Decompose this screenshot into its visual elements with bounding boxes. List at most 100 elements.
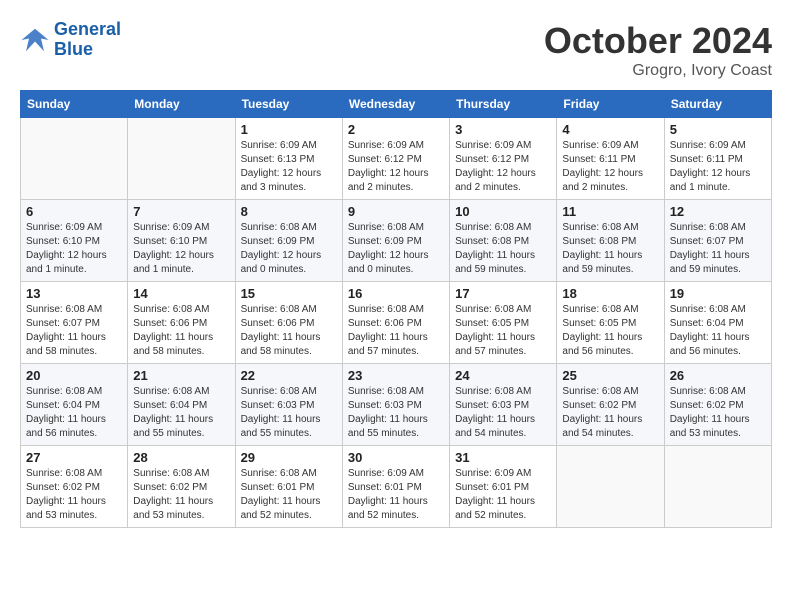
calendar-cell: 1 Sunrise: 6:09 AM Sunset: 6:13 PM Daylig…: [235, 118, 342, 200]
calendar-week-row: 1 Sunrise: 6:09 AM Sunset: 6:13 PM Daylig…: [21, 118, 772, 200]
calendar-cell: [664, 446, 771, 528]
calendar-cell: 7 Sunrise: 6:09 AM Sunset: 6:10 PM Daylig…: [128, 200, 235, 282]
day-info: Sunrise: 6:08 AM Sunset: 6:04 PM Dayligh…: [26, 385, 122, 441]
day-number: 22: [241, 368, 337, 383]
calendar-cell: 24Sunrise: 6:08 AM Sunset: 6:03 PM Dayli…: [450, 364, 557, 446]
page-header: General Blue October 2024 Grogro, Ivory …: [20, 20, 772, 80]
calendar-header: SundayMondayTuesdayWednesdayThursdayFrid…: [21, 91, 772, 118]
calendar-cell: 26 Sunrise: 6:08 AM Sunset: 6:02 PM Dayli…: [664, 364, 771, 446]
calendar-cell: 30Sunrise: 6:09 AM Sunset: 6:01 PM Dayli…: [342, 446, 449, 528]
calendar-cell: 15 Sunrise: 6:08 AM Sunset: 6:06 PM Dayli…: [235, 282, 342, 364]
calendar-cell: 25 Sunrise: 6:08 AM Sunset: 6:02 PM Dayli…: [557, 364, 664, 446]
calendar-cell: 20 Sunrise: 6:08 AM Sunset: 6:04 PM Dayli…: [21, 364, 128, 446]
day-number: 14: [133, 286, 229, 301]
day-info: Sunrise: 6:08 AM Sunset: 6:03 PM Dayligh…: [348, 385, 444, 441]
calendar-cell: [128, 118, 235, 200]
calendar-table: SundayMondayTuesdayWednesdayThursdayFrid…: [20, 90, 772, 528]
title-block: October 2024 Grogro, Ivory Coast: [544, 20, 772, 80]
day-info: Sunrise: 6:08 AM Sunset: 6:03 PM Dayligh…: [241, 385, 337, 441]
calendar-cell: 31Sunrise: 6:09 AM Sunset: 6:01 PM Dayli…: [450, 446, 557, 528]
day-info: Sunrise: 6:08 AM Sunset: 6:08 PM Dayligh…: [455, 221, 551, 277]
day-info: Sunrise: 6:08 AM Sunset: 6:07 PM Dayligh…: [670, 221, 766, 277]
day-info: Sunrise: 6:08 AM Sunset: 6:02 PM Dayligh…: [562, 385, 658, 441]
calendar-cell: 9 Sunrise: 6:08 AM Sunset: 6:09 PM Daylig…: [342, 200, 449, 282]
calendar-cell: 8 Sunrise: 6:08 AM Sunset: 6:09 PM Daylig…: [235, 200, 342, 282]
calendar-cell: 6 Sunrise: 6:09 AM Sunset: 6:10 PM Daylig…: [21, 200, 128, 282]
day-info: Sunrise: 6:08 AM Sunset: 6:06 PM Dayligh…: [241, 303, 337, 359]
calendar-cell: 13 Sunrise: 6:08 AM Sunset: 6:07 PM Dayli…: [21, 282, 128, 364]
weekday-header: Friday: [557, 91, 664, 118]
calendar-cell: [21, 118, 128, 200]
logo: General Blue: [20, 20, 121, 60]
day-number: 23: [348, 368, 444, 383]
day-number: 9: [348, 204, 444, 219]
calendar-cell: 27Sunrise: 6:08 AM Sunset: 6:02 PM Dayli…: [21, 446, 128, 528]
calendar-cell: 10Sunrise: 6:08 AM Sunset: 6:08 PM Dayli…: [450, 200, 557, 282]
calendar-cell: 21 Sunrise: 6:08 AM Sunset: 6:04 PM Dayli…: [128, 364, 235, 446]
day-number: 8: [241, 204, 337, 219]
day-info: Sunrise: 6:08 AM Sunset: 6:04 PM Dayligh…: [133, 385, 229, 441]
day-info: Sunrise: 6:08 AM Sunset: 6:02 PM Dayligh…: [670, 385, 766, 441]
calendar-cell: 11Sunrise: 6:08 AM Sunset: 6:08 PM Dayli…: [557, 200, 664, 282]
day-number: 6: [26, 204, 122, 219]
calendar-cell: 28 Sunrise: 6:08 AM Sunset: 6:02 PM Dayli…: [128, 446, 235, 528]
day-number: 20: [26, 368, 122, 383]
day-info: Sunrise: 6:09 AM Sunset: 6:11 PM Dayligh…: [670, 139, 766, 195]
calendar-cell: 16 Sunrise: 6:08 AM Sunset: 6:06 PM Dayli…: [342, 282, 449, 364]
day-number: 12: [670, 204, 766, 219]
calendar-cell: 22 Sunrise: 6:08 AM Sunset: 6:03 PM Dayli…: [235, 364, 342, 446]
day-number: 7: [133, 204, 229, 219]
day-number: 24: [455, 368, 551, 383]
day-number: 21: [133, 368, 229, 383]
day-info: Sunrise: 6:09 AM Sunset: 6:10 PM Dayligh…: [26, 221, 122, 277]
calendar-cell: 2Sunrise: 6:09 AM Sunset: 6:12 PM Daylig…: [342, 118, 449, 200]
weekday-header: Wednesday: [342, 91, 449, 118]
weekday-header: Thursday: [450, 91, 557, 118]
calendar-cell: 3 Sunrise: 6:09 AM Sunset: 6:12 PM Daylig…: [450, 118, 557, 200]
calendar-cell: 4Sunrise: 6:09 AM Sunset: 6:11 PM Daylig…: [557, 118, 664, 200]
calendar-cell: 12 Sunrise: 6:08 AM Sunset: 6:07 PM Dayli…: [664, 200, 771, 282]
day-number: 18: [562, 286, 658, 301]
day-info: Sunrise: 6:08 AM Sunset: 6:02 PM Dayligh…: [133, 467, 229, 523]
calendar-cell: [557, 446, 664, 528]
day-number: 13: [26, 286, 122, 301]
day-number: 29: [241, 450, 337, 465]
month-title: October 2024: [544, 20, 772, 62]
day-info: Sunrise: 6:09 AM Sunset: 6:01 PM Dayligh…: [455, 467, 551, 523]
day-number: 3: [455, 122, 551, 137]
day-number: 2: [348, 122, 444, 137]
day-info: Sunrise: 6:08 AM Sunset: 6:09 PM Dayligh…: [348, 221, 444, 277]
day-info: Sunrise: 6:08 AM Sunset: 6:05 PM Dayligh…: [455, 303, 551, 359]
day-info: Sunrise: 6:09 AM Sunset: 6:10 PM Dayligh…: [133, 221, 229, 277]
day-number: 30: [348, 450, 444, 465]
calendar-week-row: 27 Sunrise: 6:08 AM Sunset: 6:02 PM Dayli…: [21, 446, 772, 528]
day-info: Sunrise: 6:08 AM Sunset: 6:07 PM Dayligh…: [26, 303, 122, 359]
day-info: Sunrise: 6:08 AM Sunset: 6:05 PM Dayligh…: [562, 303, 658, 359]
day-number: 28: [133, 450, 229, 465]
day-info: Sunrise: 6:08 AM Sunset: 6:06 PM Dayligh…: [133, 303, 229, 359]
day-number: 16: [348, 286, 444, 301]
calendar-cell: 14 Sunrise: 6:08 AM Sunset: 6:06 PM Dayli…: [128, 282, 235, 364]
day-number: 25: [562, 368, 658, 383]
calendar-cell: 23 Sunrise: 6:08 AM Sunset: 6:03 PM Dayli…: [342, 364, 449, 446]
day-info: Sunrise: 6:09 AM Sunset: 6:12 PM Dayligh…: [455, 139, 551, 195]
calendar-week-row: 13 Sunrise: 6:08 AM Sunset: 6:07 PM Dayli…: [21, 282, 772, 364]
day-info: Sunrise: 6:08 AM Sunset: 6:08 PM Dayligh…: [562, 221, 658, 277]
calendar-cell: 19Sunrise: 6:08 AM Sunset: 6:04 PM Dayli…: [664, 282, 771, 364]
day-number: 4: [562, 122, 658, 137]
day-number: 17: [455, 286, 551, 301]
day-number: 27: [26, 450, 122, 465]
day-number: 26: [670, 368, 766, 383]
logo-text: General Blue: [54, 20, 121, 60]
day-info: Sunrise: 6:08 AM Sunset: 6:01 PM Dayligh…: [241, 467, 337, 523]
day-number: 1: [241, 122, 337, 137]
weekday-header: Saturday: [664, 91, 771, 118]
day-info: Sunrise: 6:08 AM Sunset: 6:06 PM Dayligh…: [348, 303, 444, 359]
calendar-week-row: 6 Sunrise: 6:09 AM Sunset: 6:10 PM Daylig…: [21, 200, 772, 282]
calendar-cell: 29 Sunrise: 6:08 AM Sunset: 6:01 PM Dayli…: [235, 446, 342, 528]
weekday-header: Monday: [128, 91, 235, 118]
day-info: Sunrise: 6:08 AM Sunset: 6:09 PM Dayligh…: [241, 221, 337, 277]
day-number: 15: [241, 286, 337, 301]
calendar-cell: 5Sunrise: 6:09 AM Sunset: 6:11 PM Daylig…: [664, 118, 771, 200]
day-info: Sunrise: 6:09 AM Sunset: 6:13 PM Dayligh…: [241, 139, 337, 195]
